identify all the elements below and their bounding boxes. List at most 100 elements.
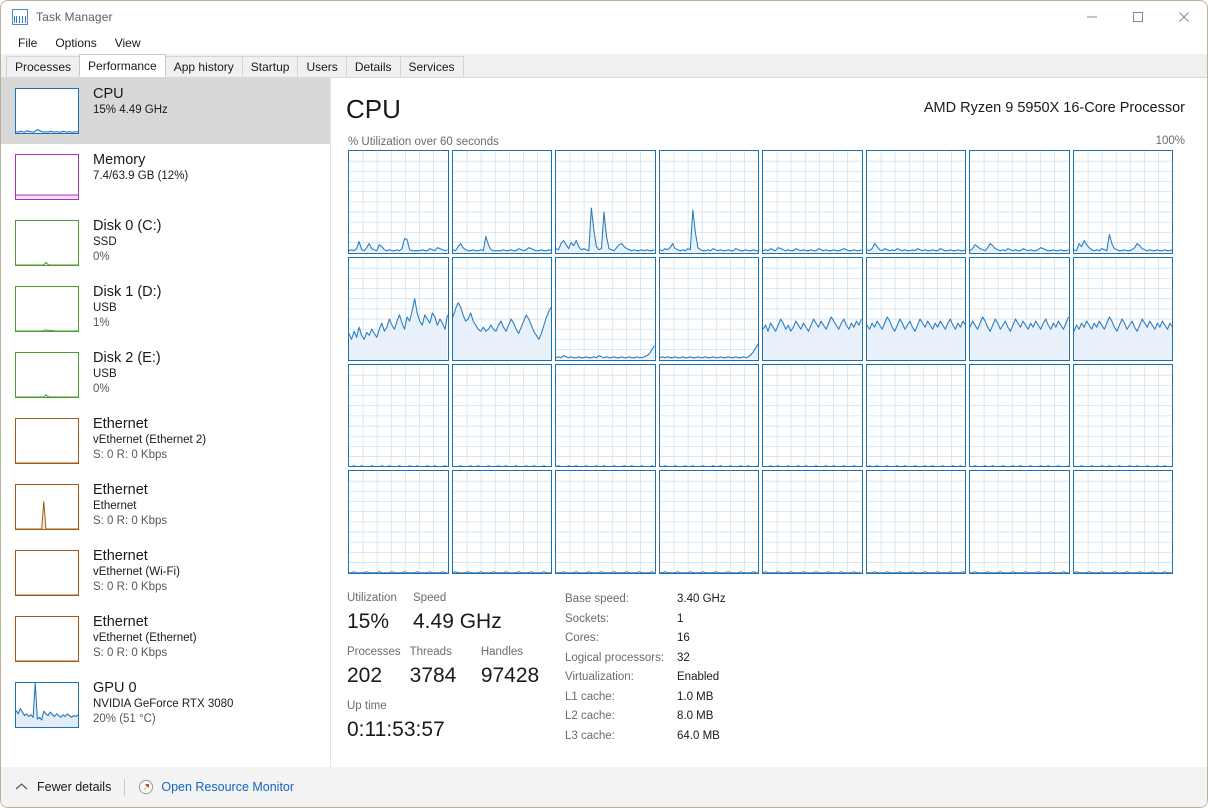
sidebar-item-disk-0-c[interactable]: Disk 0 (C:) SSD 0%: [1, 210, 330, 276]
content-area: CPU 15% 4.49 GHz Memory 7.4/63.9 GB (12%) Di…: [1, 78, 1207, 807]
sidebar-item-ethernet[interactable]: Ethernet vEthernet (Ethernet 2) S: 0 R: 0 …: [1, 408, 330, 474]
resource-thumbnail-graph: [15, 484, 79, 530]
logical-processor-graph[interactable]: [451, 150, 552, 254]
logical-processor-graph[interactable]: [865, 150, 966, 254]
sidebar-item-ethernet[interactable]: Ethernet vEthernet (Wi-Fi) S: 0 R: 0 Kbps: [1, 540, 330, 606]
logical-processor-graph[interactable]: [555, 256, 656, 361]
logical-processor-graph[interactable]: [762, 470, 863, 574]
window-title: Task Manager: [36, 9, 113, 24]
logical-processor-graph[interactable]: [451, 470, 552, 574]
logical-processor-graph[interactable]: [762, 256, 863, 361]
menu-item-options[interactable]: Options: [46, 34, 105, 52]
stat-value: 3784: [409, 664, 457, 687]
logical-processor-graph[interactable]: [658, 363, 759, 468]
menu-item-view[interactable]: View: [106, 34, 150, 52]
footer-divider: [124, 778, 126, 796]
sidebar-item-subtitle: SSD: [93, 236, 117, 248]
tab-users[interactable]: Users: [297, 56, 347, 77]
cpu-model-name: AMD Ryzen 9 5950X 16-Core Processor: [923, 100, 1185, 116]
spec-value: 1.0 MB: [677, 690, 714, 703]
tab-processes[interactable]: Processes: [6, 56, 81, 77]
close-button[interactable]: [1161, 1, 1207, 32]
fewer-details-button[interactable]: Fewer details: [15, 780, 111, 794]
logical-processor-graph[interactable]: [658, 256, 759, 361]
logical-processor-graph[interactable]: [348, 256, 449, 361]
stat-row: Utilization 15% Speed 4.49 GHz: [347, 590, 552, 637]
stat-label: Threads: [409, 646, 452, 658]
sidebar-item-metric: 20% (51 °C): [93, 713, 156, 725]
logical-processor-graph[interactable]: [969, 470, 1070, 574]
tab-strip: Processes Performance App history Startu…: [1, 54, 1207, 78]
resource-thumbnail-graph: [15, 418, 79, 464]
tab-services[interactable]: Services: [399, 56, 464, 77]
logical-processor-graph[interactable]: [348, 150, 449, 254]
resource-thumbnail-graph: [15, 682, 79, 728]
logical-processor-graph[interactable]: [762, 150, 863, 254]
stats-secondary: Base speed: 3.40 GHz Sockets: 1 Cores: 16 Logi…: [565, 590, 895, 746]
spec-key: Virtualization:: [565, 671, 634, 683]
spec-row: L2 cache: 8.0 MB: [565, 707, 895, 727]
logical-processor-graph[interactable]: [348, 470, 449, 574]
sidebar-item-title: GPU 0: [93, 680, 137, 696]
sidebar-item-gpu-0[interactable]: GPU 0 NVIDIA GeForce RTX 3080 20% (51 °C): [1, 672, 330, 738]
resource-sidebar[interactable]: CPU 15% 4.49 GHz Memory 7.4/63.9 GB (12%) Di…: [1, 78, 331, 807]
sidebar-item-subtitle: vEthernet (Ethernet 2): [93, 434, 207, 446]
sidebar-item-subtitle: 7.4/63.9 GB (12%): [93, 170, 189, 182]
spec-key: L1 cache:: [565, 690, 615, 703]
open-resource-monitor-link[interactable]: Open Resource Monitor: [138, 779, 294, 795]
sidebar-item-subtitle: 15% 4.49 GHz: [93, 104, 168, 116]
spec-value: 32: [677, 651, 690, 664]
sidebar-item-ethernet[interactable]: Ethernet vEthernet (Ethernet) S: 0 R: 0 Kb…: [1, 606, 330, 672]
chart-axis-label: % Utilization over 60 seconds: [348, 136, 499, 148]
stats-primary: Utilization 15% Speed 4.49 GHz Processes 202 T…: [347, 590, 552, 745]
logical-processor-graph[interactable]: [969, 150, 1070, 254]
sidebar-item-disk-2-e[interactable]: Disk 2 (E:) USB 0%: [1, 342, 330, 408]
sidebar-item-cpu[interactable]: CPU 15% 4.49 GHz: [1, 78, 330, 144]
logical-processor-graph[interactable]: [865, 256, 966, 361]
logical-processor-graph[interactable]: [555, 150, 656, 254]
logical-processor-graph[interactable]: [1072, 363, 1173, 468]
stat-block: Up time 0:11:53:57: [347, 698, 445, 745]
stat-value: 97428: [480, 664, 540, 687]
logical-processor-graph[interactable]: [555, 470, 656, 574]
stat-value: 4.49 GHz: [413, 610, 502, 633]
logical-processor-graph[interactable]: [969, 256, 1070, 361]
logical-processor-graph[interactable]: [865, 470, 966, 574]
sidebar-item-ethernet[interactable]: Ethernet Ethernet S: 0 R: 0 Kbps: [1, 474, 330, 540]
logical-processor-graph[interactable]: [762, 363, 863, 468]
logical-processor-graph[interactable]: [1072, 470, 1173, 574]
fewer-details-label: Fewer details: [37, 780, 112, 794]
minimize-button[interactable]: [1069, 1, 1115, 32]
sidebar-item-metric: 1%: [93, 317, 110, 329]
tab-app-history[interactable]: App history: [164, 56, 243, 77]
sidebar-item-subtitle: Ethernet: [93, 500, 137, 512]
logical-processor-graph[interactable]: [451, 363, 552, 468]
sidebar-item-subtitle: USB: [93, 368, 117, 380]
logical-processor-graph[interactable]: [865, 363, 966, 468]
logical-processor-graph[interactable]: [658, 150, 759, 254]
stat-block: Handles 97428: [481, 644, 552, 691]
page-title: CPU: [346, 94, 401, 124]
spec-row: L1 cache: 1.0 MB: [565, 688, 895, 708]
tab-startup[interactable]: Startup: [241, 56, 299, 77]
logical-processor-graph[interactable]: [555, 363, 656, 468]
logical-processor-graph[interactable]: [1072, 256, 1173, 361]
tab-performance[interactable]: Performance: [79, 54, 166, 77]
window-controls: [1069, 1, 1207, 32]
sidebar-item-memory[interactable]: Memory 7.4/63.9 GB (12%): [1, 144, 330, 210]
logical-processor-graph[interactable]: [658, 470, 759, 574]
sidebar-item-title: Ethernet: [93, 416, 148, 432]
resource-thumbnail-graph: [15, 286, 79, 332]
stat-value: 202: [347, 664, 383, 687]
logical-processor-graph[interactable]: [1072, 150, 1173, 254]
spec-key: Base speed:: [565, 593, 629, 605]
logical-processor-graph[interactable]: [451, 256, 552, 361]
logical-processor-graph[interactable]: [969, 363, 1070, 468]
logical-processor-graph[interactable]: [348, 363, 449, 468]
sidebar-item-disk-1-d[interactable]: Disk 1 (D:) USB 1%: [1, 276, 330, 342]
tab-details[interactable]: Details: [345, 56, 401, 77]
menu-item-file[interactable]: File: [9, 34, 46, 52]
maximize-button[interactable]: [1115, 1, 1161, 32]
stat-block: Speed 4.49 GHz: [413, 590, 502, 637]
stat-label: Utilization: [347, 592, 397, 604]
